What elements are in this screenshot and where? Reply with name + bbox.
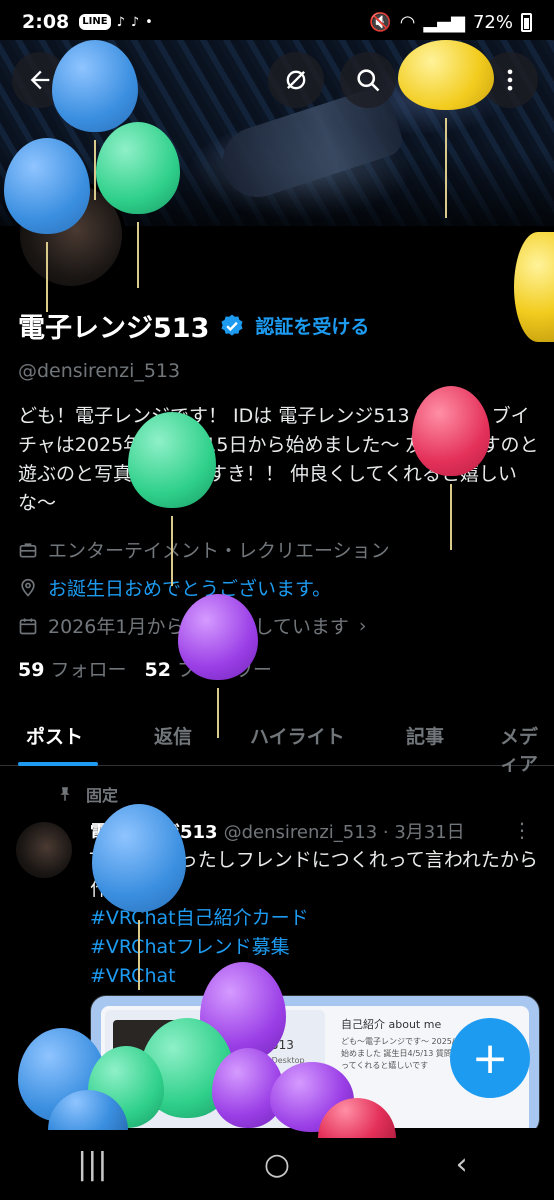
status-time: 2:08 [22, 11, 70, 33]
briefcase-icon [19, 542, 37, 557]
battery-percent: 72% [472, 11, 513, 33]
post-author[interactable]: 電子レンジ513 [90, 822, 218, 843]
more-button[interactable] [482, 52, 538, 108]
tab-media[interactable]: メディア [500, 722, 554, 776]
location-pin-icon [21, 578, 35, 597]
tiktok-icon: ♪ [130, 14, 140, 30]
post-text: Trustedなったしフレンドにつくれって言われたから作ったよ #VRChat自… [90, 846, 540, 991]
profile-avatar[interactable] [16, 180, 126, 290]
grok-button[interactable] [268, 52, 324, 108]
category-text: エンターテイメント・レクリエーション [48, 540, 390, 562]
post-header: 電子レンジ513 @densirenzi_513 · 3月31日 [90, 818, 465, 844]
card-platform: PCVR / Quest / Desktop [211, 1056, 305, 1065]
post-meta: @densirenzi_513 · 3月31日 [223, 822, 465, 843]
compose-fab-button[interactable]: + [450, 1018, 530, 1098]
edit-icon [427, 70, 448, 91]
tab-highlights[interactable]: ハイライト [250, 722, 345, 749]
battery-icon [521, 12, 532, 32]
hashtag-link[interactable]: #VRChat [90, 962, 540, 991]
followers-count: 52 [144, 659, 171, 681]
search-icon [357, 69, 380, 92]
hashtag-link[interactable]: #VRChatフレンド募集 [90, 933, 540, 962]
display-name: 電子レンジ513 [18, 313, 210, 344]
more-vert-icon [507, 69, 513, 91]
followers-link[interactable]: 52 フォロワー [144, 655, 271, 682]
arrow-left-icon [30, 70, 50, 90]
edit-button[interactable] [410, 52, 466, 108]
back-button[interactable] [12, 52, 68, 108]
post-avatar[interactable] [16, 822, 72, 878]
status-right: 🔇 ◠ ▂▄▆ 72% [369, 12, 532, 33]
grok-icon [286, 70, 306, 90]
follow-stats: 59 フォロー 52 フォロワー [18, 655, 272, 682]
hashtag-link[interactable]: #VRChat自己紹介カード [90, 904, 540, 933]
birthday-link[interactable]: お誕生日おめでとうございます。 [48, 574, 331, 601]
chevron-right-icon: › [358, 614, 367, 637]
wifi-icon: ◠ [399, 11, 416, 33]
balloon-icon [514, 232, 554, 342]
tab-posts[interactable]: ポスト [26, 722, 83, 749]
pinned-label: 固定 [56, 782, 118, 806]
status-bar: 2:08 LINE ♪ ♪ • 🔇 ◠ ▂▄▆ 72% [0, 0, 554, 44]
home-button[interactable]: ○ [247, 1147, 307, 1182]
tab-replies[interactable]: 返信 [154, 722, 192, 749]
system-nav-bar: ||| ○ ‹ [0, 1128, 554, 1200]
meta-birthday: お誕生日おめでとうございます。 [18, 574, 331, 601]
card-name: 電子レンジ513 [211, 1038, 294, 1052]
back-nav-button[interactable]: ‹ [432, 1147, 492, 1182]
following-link[interactable]: 59 フォロー [18, 655, 126, 682]
profile-handle: @densirenzi_513 [18, 360, 181, 382]
mute-icon: 🔇 [369, 11, 392, 33]
calendar-icon [19, 618, 37, 634]
followers-label: フォロワー [176, 659, 272, 681]
profile-tabs: ポスト 返信 ハイライト 記事 メディア [0, 710, 554, 775]
active-tab-indicator [18, 762, 98, 766]
meta-joined[interactable]: 2026年1月からXを利用しています › [18, 612, 367, 639]
following-count: 59 [18, 659, 45, 681]
joined-text: 2026年1月からXを利用しています [48, 616, 349, 638]
card-name-title: 名前 name [211, 1023, 258, 1033]
line-icon: LINE [79, 14, 111, 30]
verified-badge-icon[interactable] [219, 313, 245, 339]
search-button[interactable] [340, 52, 396, 108]
pin-icon [60, 787, 70, 801]
get-verified-link[interactable]: 認証を受ける [255, 312, 369, 339]
post-body: Trustedなったしフレンドにつくれって言われたから作ったよ [90, 849, 538, 900]
name-row: 電子レンジ513 認証を受ける [18, 306, 369, 345]
post-more-icon[interactable]: ⋮ [512, 818, 532, 842]
dot-icon: • [145, 14, 153, 30]
tiktok-icon: ♪ [116, 14, 125, 30]
profile-bio: ども！電子レンジです！ IDは 電子レンジ513 です！！ブイチャは2025年1… [18, 405, 539, 514]
meta-category: エンターテイメント・レクリエーション [18, 536, 390, 563]
card-about-title: 自己紹介 about me [341, 1018, 442, 1031]
following-label: フォロー [50, 659, 127, 681]
notification-icons: LINE ♪ ♪ • [79, 14, 153, 30]
plus-icon: + [471, 1032, 509, 1084]
pinned-text: 固定 [86, 786, 119, 805]
signal-icon: ▂▄▆ [423, 11, 465, 33]
card-avatar-image [113, 1020, 203, 1110]
tab-articles[interactable]: 記事 [406, 722, 444, 749]
recent-apps-button[interactable]: ||| [62, 1147, 122, 1182]
